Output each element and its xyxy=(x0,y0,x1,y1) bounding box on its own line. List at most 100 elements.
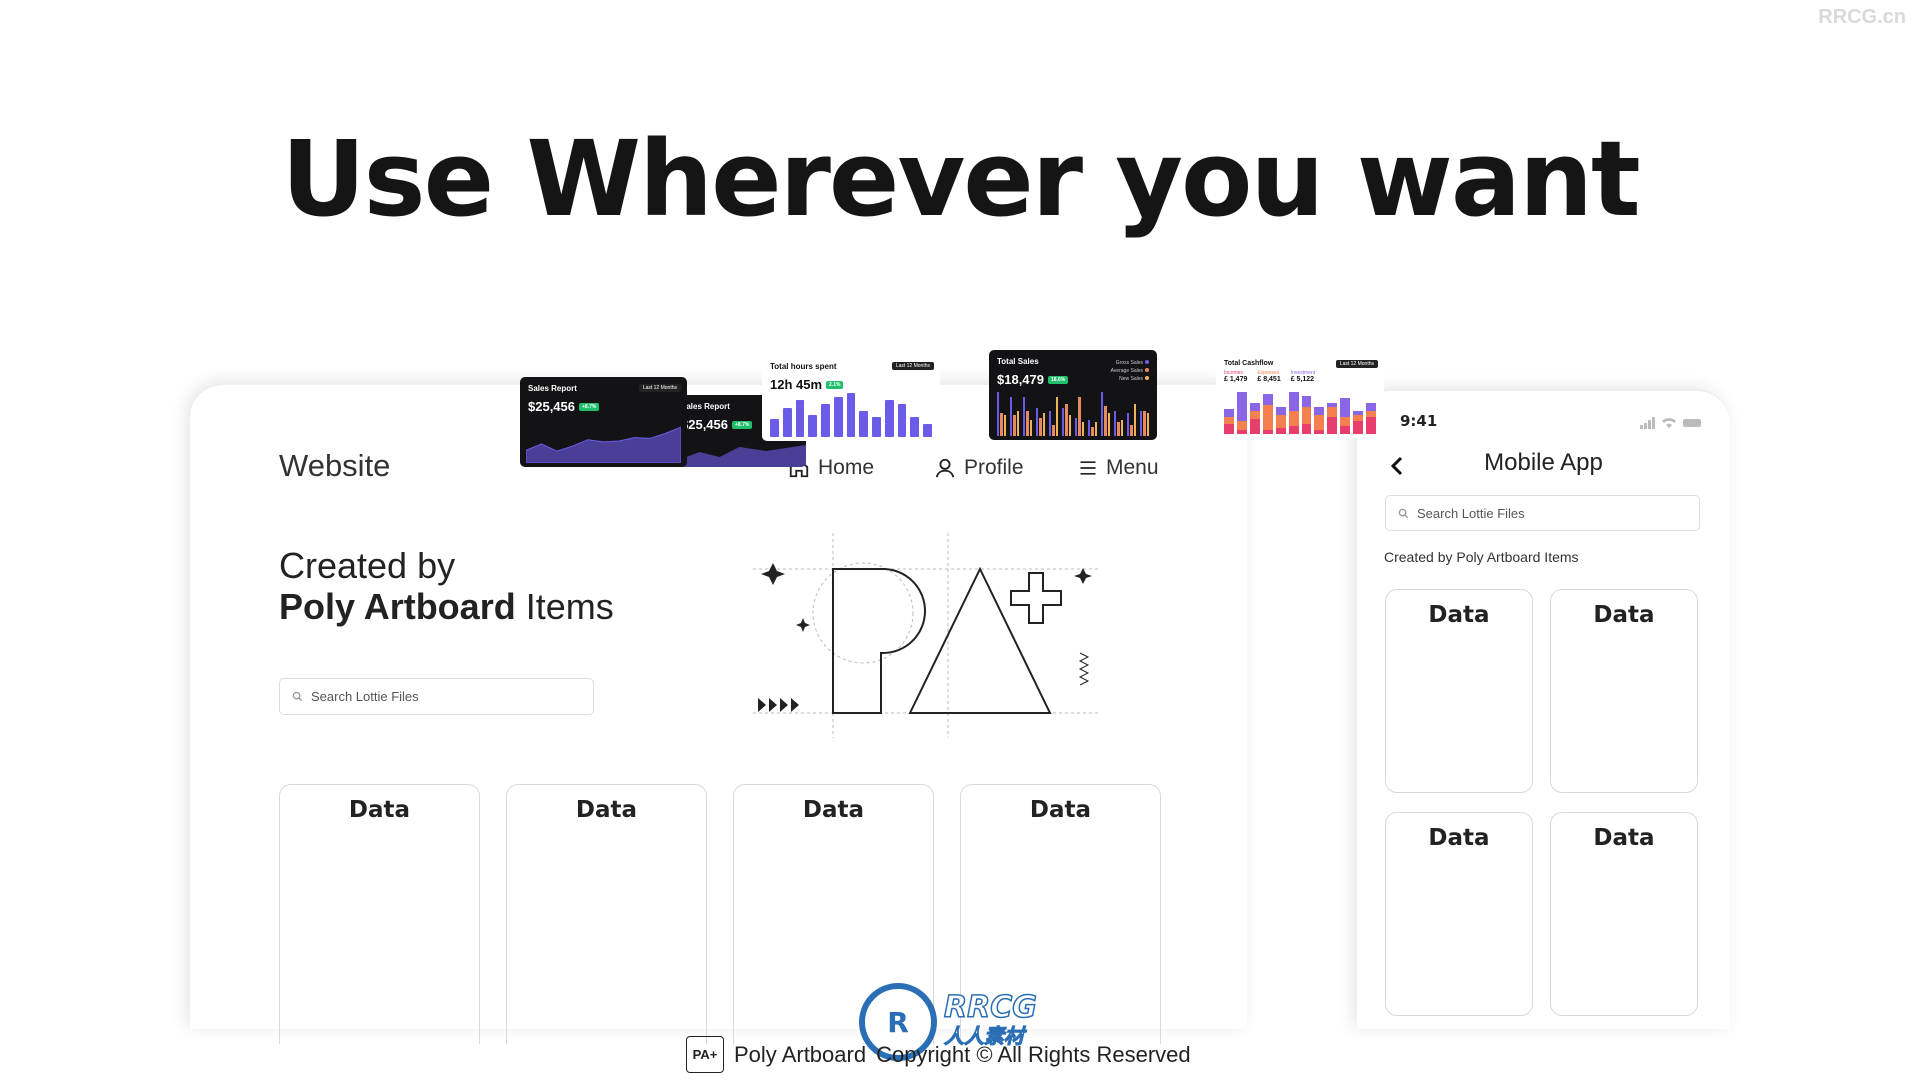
bar-segment xyxy=(1249,410,1260,420)
bar xyxy=(997,392,1000,436)
bar xyxy=(1052,424,1055,436)
bar-stack xyxy=(1288,392,1299,434)
bar-group xyxy=(1049,390,1058,436)
search-icon xyxy=(292,691,303,702)
bar-segment xyxy=(1314,406,1325,416)
footer-copyright: Copyright © All Rights Reserved xyxy=(876,1041,1191,1067)
bar xyxy=(1055,396,1058,436)
data-card[interactable]: Data xyxy=(506,784,707,1044)
bar xyxy=(782,408,792,437)
bar-stack xyxy=(1224,392,1234,434)
bar-segment xyxy=(1327,406,1338,418)
watermark: RRCG.cn xyxy=(1818,6,1906,28)
bar-group xyxy=(1140,390,1149,436)
bar-segment xyxy=(1262,404,1273,430)
data-card[interactable]: Data xyxy=(1385,589,1533,793)
widget-value: 12h 45m 2.1% xyxy=(770,377,932,392)
website-search-input[interactable]: Search Lottie Files xyxy=(279,678,594,715)
cashflow-widget: Total Cashflow Last 12 Months Incomes £ 1… xyxy=(1216,353,1384,438)
data-card[interactable]: Data xyxy=(279,784,480,1044)
bar-segment xyxy=(1340,425,1351,434)
nav-menu-label: Menu xyxy=(1106,456,1159,479)
data-card[interactable]: Data xyxy=(1385,812,1533,1016)
data-card[interactable]: Data xyxy=(1550,589,1698,793)
nav-profile[interactable]: Profile xyxy=(934,456,1024,480)
bar xyxy=(1117,422,1120,436)
bar-group xyxy=(1101,390,1110,436)
hero-rest: Items xyxy=(515,586,614,627)
bar xyxy=(1016,410,1019,436)
mobile-search-input[interactable]: Search Lottie Files xyxy=(1385,495,1700,531)
bar-segment xyxy=(1340,417,1351,426)
data-card[interactable]: Data xyxy=(1550,812,1698,1016)
bar xyxy=(1000,413,1003,436)
status-icons xyxy=(1640,417,1701,429)
bar-segment xyxy=(1301,423,1312,434)
bar xyxy=(1081,422,1084,436)
mobile-title: Mobile App xyxy=(1484,449,1603,476)
bar xyxy=(884,399,894,437)
bar xyxy=(872,417,881,437)
poly-artboard-logo: PA+ xyxy=(686,1036,724,1073)
bar xyxy=(1010,396,1013,436)
value-text: 12h 45m xyxy=(770,377,823,392)
status-time: 9:41 xyxy=(1400,412,1438,430)
bar xyxy=(1120,419,1123,436)
nav-home-label: Home xyxy=(818,456,875,479)
badge: 2.1% xyxy=(826,380,844,389)
pa-logo-illustration xyxy=(753,533,1098,738)
bar-segment xyxy=(1249,402,1260,411)
bar xyxy=(923,423,932,437)
user-icon xyxy=(935,458,955,478)
bar xyxy=(1094,422,1097,436)
bar xyxy=(1062,408,1065,436)
bar xyxy=(1127,413,1130,436)
hero-brand: Poly Artboard xyxy=(279,586,516,627)
bar-segment xyxy=(1366,417,1377,434)
bar xyxy=(1049,410,1052,436)
bar xyxy=(1088,419,1091,436)
total-sales-bar-chart xyxy=(997,390,1149,436)
search-placeholder: Search Lottie Files xyxy=(311,689,419,704)
bar xyxy=(1133,403,1136,436)
legend-item: New Sales xyxy=(1111,375,1149,383)
legend-item: Gross Sales xyxy=(1111,359,1149,367)
legend-dot xyxy=(1145,360,1149,364)
mobile-subtitle: Created by Poly Artboard Items xyxy=(1384,549,1579,565)
area-chart xyxy=(673,445,806,467)
bar xyxy=(1026,410,1029,436)
nav-menu[interactable]: Menu xyxy=(1078,456,1159,480)
bar-stack xyxy=(1236,392,1247,434)
bar-segment xyxy=(1366,402,1377,411)
bar xyxy=(1140,410,1143,436)
bar xyxy=(1003,415,1006,436)
bar-stack xyxy=(1314,392,1325,434)
area-chart xyxy=(526,426,681,463)
bar-segment xyxy=(1224,423,1234,434)
period-select[interactable]: Last 12 Months xyxy=(638,384,681,392)
bar xyxy=(1013,415,1016,436)
legend-dot xyxy=(1145,376,1149,380)
legend-value: £ 1,479 xyxy=(1224,376,1248,383)
bar xyxy=(1114,410,1117,436)
watermark-text: RRCG xyxy=(943,990,1037,1025)
bar-segment xyxy=(1288,426,1299,434)
value-text: $25,456 xyxy=(681,417,728,432)
cashflow-bar-chart xyxy=(1224,392,1377,434)
legend-item: Incomes £ 1,479 xyxy=(1224,370,1247,383)
bar-stack xyxy=(1340,392,1351,434)
bar xyxy=(910,417,920,437)
menu-icon xyxy=(1080,461,1096,475)
search-icon xyxy=(1398,508,1409,518)
bar-stack xyxy=(1366,392,1377,434)
bar xyxy=(1036,408,1039,436)
bar xyxy=(1104,406,1107,436)
legend-dot xyxy=(1145,368,1149,372)
hero-line1: Created by xyxy=(279,545,456,586)
bar-group xyxy=(1062,390,1071,436)
period-select[interactable]: Last 12 Months xyxy=(1335,360,1378,368)
bar xyxy=(1107,413,1110,436)
bar-stack xyxy=(1249,392,1260,434)
period-select[interactable]: Last 12 Months xyxy=(891,362,934,370)
logo-text: PA+ xyxy=(692,1047,718,1062)
